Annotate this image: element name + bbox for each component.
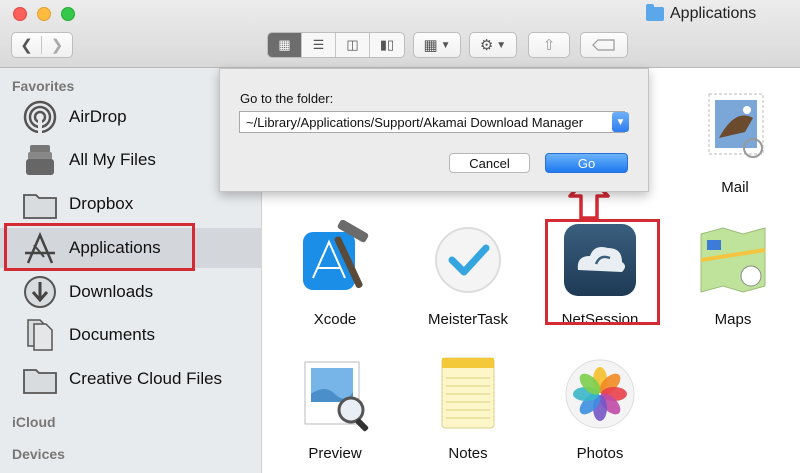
sidebar-item-label: Downloads bbox=[69, 282, 154, 301]
maps-icon bbox=[700, 227, 766, 293]
sidebar-item-label: Creative Cloud Files bbox=[69, 369, 223, 388]
dialog-label: Go to the folder: bbox=[240, 91, 334, 106]
devices-heading: Devices bbox=[12, 446, 65, 462]
chevron-down-icon: ▼ bbox=[496, 39, 507, 51]
app-label: Photos bbox=[576, 445, 624, 462]
window-title: Applications bbox=[646, 4, 757, 23]
view-mode-control: ▦ ☰ ◫ ▮▯ bbox=[267, 32, 405, 58]
app-label: MeisterTask bbox=[427, 311, 509, 328]
app-preview[interactable]: Preview bbox=[280, 354, 390, 462]
highlight-box-netsession bbox=[545, 219, 660, 325]
share-button[interactable]: ⇧ bbox=[528, 32, 570, 58]
chevron-down-icon: ▼ bbox=[615, 116, 626, 128]
go-button[interactable]: Go bbox=[545, 153, 628, 173]
list-view-icon[interactable]: ☰ bbox=[302, 33, 336, 57]
tags-button[interactable] bbox=[580, 32, 628, 58]
photos-icon bbox=[565, 359, 635, 429]
chevron-right-icon[interactable]: ❯ bbox=[42, 36, 72, 54]
sidebar-item-creative-cloud-files[interactable]: Creative Cloud Files bbox=[0, 359, 262, 399]
sidebar-item-downloads[interactable]: Downloads bbox=[0, 272, 262, 312]
close-window-button[interactable] bbox=[13, 7, 27, 21]
cancel-button[interactable]: Cancel bbox=[449, 153, 530, 173]
action-button[interactable]: ⚙ ▼ bbox=[469, 32, 517, 58]
minimize-window-button[interactable] bbox=[37, 7, 51, 21]
icloud-heading: iCloud bbox=[12, 414, 56, 430]
sidebar-item-label: AirDrop bbox=[69, 107, 127, 126]
chevron-down-icon: ▼ bbox=[440, 39, 451, 51]
path-history-dropdown[interactable]: ▼ bbox=[612, 112, 629, 132]
favorites-heading: Favorites bbox=[12, 78, 75, 94]
zoom-window-button[interactable] bbox=[61, 7, 75, 21]
app-maps[interactable]: Maps bbox=[678, 220, 788, 328]
app-label: Xcode bbox=[313, 311, 357, 328]
sidebar-item-label: Dropbox bbox=[69, 194, 134, 213]
folder-icon bbox=[23, 369, 57, 394]
app-label: Notes bbox=[448, 445, 488, 462]
window-title-text: Applications bbox=[670, 5, 757, 22]
preview-icon bbox=[304, 361, 369, 432]
gear-icon: ⚙ bbox=[479, 37, 494, 54]
meistertask-icon bbox=[435, 227, 501, 293]
download-icon bbox=[24, 276, 56, 308]
window-toolbar: Applications ❮ ❯ ▦ ☰ ◫ ▮▯ ▦ ▼ ⚙ ▼ ⇧ bbox=[0, 0, 800, 68]
icon-view-icon[interactable]: ▦ bbox=[268, 33, 302, 57]
app-label: Preview bbox=[308, 445, 362, 462]
arrange-button[interactable]: ▦ ▼ bbox=[413, 32, 461, 58]
sidebar-item-label: Documents bbox=[69, 325, 155, 344]
folder-icon bbox=[646, 4, 664, 21]
sidebar-item-label: All My Files bbox=[69, 150, 156, 169]
all-files-icon bbox=[26, 145, 54, 175]
sidebar-item-documents[interactable]: Documents bbox=[0, 315, 262, 355]
mail-icon bbox=[708, 93, 764, 158]
back-forward-control: ❮ ❯ bbox=[11, 32, 73, 58]
tag-icon bbox=[592, 39, 615, 51]
app-mail[interactable]: Mail bbox=[680, 88, 790, 196]
notes-icon bbox=[441, 357, 495, 429]
column-view-icon[interactable]: ◫ bbox=[336, 33, 370, 57]
highlight-box-applications bbox=[4, 223, 195, 271]
folder-icon bbox=[23, 194, 57, 219]
xcode-icon bbox=[303, 219, 369, 290]
app-notes[interactable]: Notes bbox=[413, 354, 523, 462]
cover-flow-icon[interactable]: ▮▯ bbox=[370, 33, 404, 57]
documents-icon bbox=[27, 319, 53, 351]
app-xcode[interactable]: Xcode bbox=[280, 219, 390, 328]
chevron-left-icon[interactable]: ❮ bbox=[12, 36, 43, 54]
app-label: Maps bbox=[714, 311, 752, 328]
app-meistertask[interactable]: MeisterTask bbox=[413, 220, 523, 328]
app-label: Mail bbox=[721, 179, 749, 196]
folder-path-input[interactable] bbox=[239, 111, 625, 133]
share-icon: ⇧ bbox=[542, 37, 556, 54]
airdrop-icon bbox=[23, 100, 57, 134]
arrange-icon: ▦ bbox=[423, 37, 438, 54]
app-photos[interactable]: Photos bbox=[545, 354, 655, 462]
go-to-folder-dialog: Go to the folder: ▼ Cancel Go bbox=[219, 68, 649, 192]
